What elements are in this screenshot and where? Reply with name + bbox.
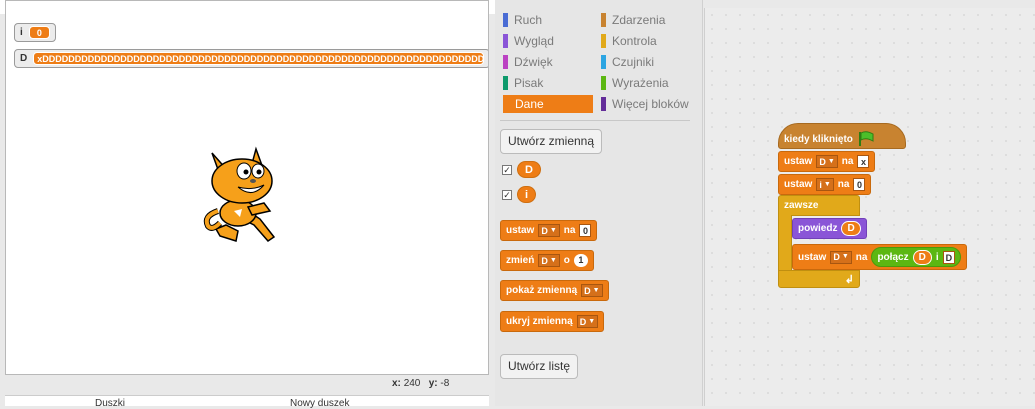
category-wygląd[interactable]: Wygląd: [503, 32, 554, 50]
set-variable-block[interactable]: ustaw i ▼ na 0: [778, 174, 872, 195]
category-label: Dane: [515, 97, 544, 111]
show-variable-block[interactable]: pokaż zmienną D ▼: [500, 280, 609, 301]
stage[interactable]: i 0 D xDDDDDDDDDDDDDDDDDDDDDDDDDDDDDDDDD…: [5, 0, 489, 375]
loop-arrow-icon: ↲: [844, 273, 854, 286]
cat-sprite[interactable]: [198, 141, 288, 249]
category-color-bar: [601, 55, 606, 69]
category-wyrażenia[interactable]: Wyrażenia: [601, 74, 669, 92]
category-label: Wygląd: [514, 34, 554, 48]
blocks-palette: Ruch Zdarzenia Wygląd Kontrola Dźwięk Czujnik…: [495, 0, 703, 406]
category-color-bar: [503, 55, 508, 69]
category-pisak[interactable]: Pisak: [503, 74, 543, 92]
set-variable-block[interactable]: ustaw D ▼ na x: [778, 151, 876, 172]
change-variable-block[interactable]: zmień D ▼ o 1: [500, 250, 594, 271]
category-zdarzenia[interactable]: Zdarzenia: [601, 11, 665, 29]
category-label: Wyrażenia: [612, 76, 669, 90]
variable-reporter-d[interactable]: D: [517, 161, 541, 178]
variable-reporter-i[interactable]: i: [517, 186, 537, 203]
monitor-value: 0: [28, 26, 50, 39]
category-label: Więcej bloków: [612, 97, 689, 111]
hide-variable-block[interactable]: ukryj zmienną D ▼: [500, 311, 605, 332]
category-color-bar: [503, 13, 508, 27]
palette-separator: [500, 120, 690, 121]
set-variable-block[interactable]: ustaw D ▼ na połącz Di D: [792, 244, 968, 270]
category-color-bar: [601, 34, 606, 48]
category-color-bar: [503, 76, 508, 90]
set-variable-block[interactable]: ustaw D ▼ na 0: [500, 220, 598, 241]
monitor-value: xDDDDDDDDDDDDDDDDDDDDDDDDDDDDDDDDDDDDDDD…: [33, 52, 484, 65]
category-label: Ruch: [514, 13, 543, 27]
category-więcej bloków[interactable]: Więcej bloków: [601, 95, 689, 113]
when-flag-clicked-block[interactable]: kiedy kliknięto: [778, 123, 906, 149]
category-label: Zdarzenia: [612, 13, 666, 27]
sprites-pane: Duszki Nowy duszek: [5, 395, 489, 409]
variable-checkbox-d[interactable]: ✓: [502, 165, 512, 175]
say-block[interactable]: powiedz D: [792, 218, 867, 239]
forever-block-arm: [778, 215, 792, 275]
category-dźwięk[interactable]: Dźwięk: [503, 53, 553, 71]
category-color-bar: [601, 13, 606, 27]
category-label: Dźwięk: [514, 55, 553, 69]
monitor-label: D: [20, 53, 28, 64]
category-dane[interactable]: Dane: [503, 95, 593, 113]
monitor-i[interactable]: i 0: [14, 23, 56, 42]
category-label: Pisak: [514, 76, 544, 90]
join-block[interactable]: połącz Di D: [871, 247, 962, 267]
forever-block[interactable]: zawsze: [778, 195, 860, 216]
variable-checkbox-i[interactable]: ✓: [502, 190, 512, 200]
category-label: Czujniki: [612, 55, 655, 69]
new-sprite-label: Nowy duszek: [290, 398, 350, 409]
category-color-bar: [503, 34, 508, 48]
x-coordinate: 240: [403, 378, 421, 389]
sprites-label: Duszki: [95, 398, 126, 409]
category-label: Kontrola: [612, 34, 657, 48]
category-ruch[interactable]: Ruch: [503, 11, 542, 29]
category-kontrola[interactable]: Kontrola: [601, 32, 657, 50]
scripts-area[interactable]: kiedy kliknięto ustaw D ▼ na x ustaw i ▼ na 0 za…: [704, 8, 1035, 406]
forever-block-end: ↲: [778, 270, 860, 288]
green-flag-icon: [858, 131, 874, 146]
category-color-bar: [601, 97, 606, 111]
y-coordinate: -8: [440, 378, 450, 389]
category-color-bar: [601, 76, 606, 90]
category-czujniki[interactable]: Czujniki: [601, 53, 654, 71]
mouse-coordinates: x: 240 y: -8: [392, 378, 450, 389]
monitor-d[interactable]: D xDDDDDDDDDDDDDDDDDDDDDDDDDDDDDDDDDDDDD…: [14, 49, 488, 68]
monitor-label: i: [20, 27, 23, 38]
make-list-button[interactable]: Utwórz listę: [500, 354, 579, 379]
make-variable-button[interactable]: Utwórz zmienną: [500, 129, 603, 154]
